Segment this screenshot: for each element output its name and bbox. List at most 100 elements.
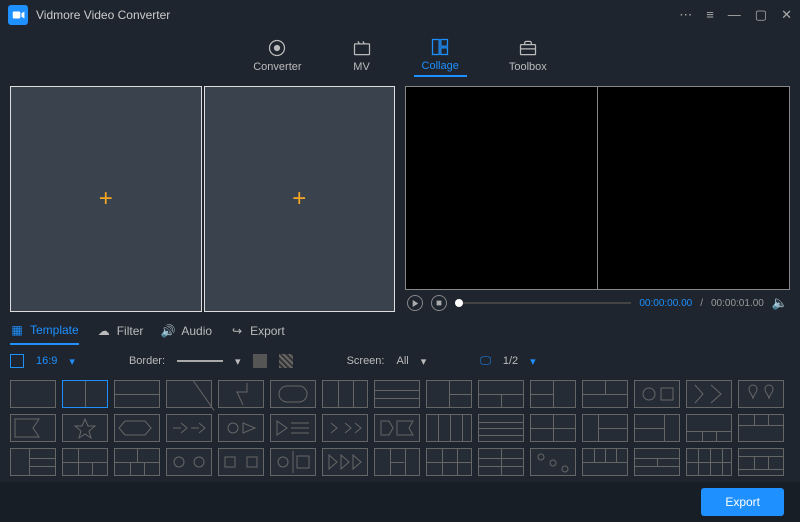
page-indicator: 1/2 [503, 355, 518, 367]
screen-value[interactable]: All [396, 355, 408, 367]
plus-icon: + [292, 185, 306, 213]
ratio-value[interactable]: 16:9 [36, 355, 57, 367]
template-item[interactable] [166, 448, 212, 476]
display-icon[interactable]: 🖵 [480, 355, 491, 368]
template-item[interactable] [322, 414, 368, 442]
template-item[interactable] [530, 414, 576, 442]
template-item[interactable] [530, 448, 576, 476]
template-item[interactable] [114, 448, 160, 476]
template-item[interactable] [582, 448, 628, 476]
mv-icon [352, 39, 372, 57]
sub-tabs: ▦Template ☁Filter 🔊Audio ↪Export [0, 316, 800, 346]
template-item[interactable] [634, 448, 680, 476]
template-item[interactable] [218, 380, 264, 408]
toolbox-icon [518, 39, 538, 57]
tab-audio[interactable]: 🔊Audio [161, 318, 212, 344]
feedback-icon[interactable]: ⋯ [679, 7, 692, 23]
template-item[interactable] [426, 414, 472, 442]
template-item[interactable] [530, 380, 576, 408]
template-controls: 16:9 ▾ Border: ▾ Screen: All ▾ 🖵 1/2 ▾ [0, 346, 800, 376]
preview-left [406, 87, 598, 289]
seek-thumb[interactable] [455, 299, 463, 307]
preview-right [598, 87, 789, 289]
template-item[interactable] [218, 414, 264, 442]
ratio-icon[interactable] [10, 354, 24, 368]
nav-converter[interactable]: Converter [245, 36, 309, 76]
filter-icon: ☁ [97, 324, 111, 338]
border-label: Border: [129, 355, 165, 367]
border-dropdown-icon[interactable]: ▾ [235, 355, 241, 368]
collage-editor: + + [10, 86, 395, 312]
template-item[interactable] [166, 414, 212, 442]
plus-icon: + [99, 185, 113, 213]
workspace: + + 00:00:00.00/00:00:01.00 🔈 [0, 82, 800, 316]
maximize-icon[interactable]: ▢ [755, 7, 767, 23]
page-dropdown-icon[interactable]: ▾ [530, 355, 536, 368]
template-item[interactable] [270, 380, 316, 408]
slot-2[interactable]: + [204, 86, 396, 312]
template-item[interactable] [582, 414, 628, 442]
template-item[interactable] [10, 414, 56, 442]
volume-icon[interactable]: 🔈 [772, 295, 788, 311]
template-icon: ▦ [10, 323, 24, 337]
template-item[interactable] [426, 380, 472, 408]
template-item[interactable] [634, 380, 680, 408]
template-item[interactable] [10, 448, 56, 476]
template-item[interactable] [166, 380, 212, 408]
menu-icon[interactable]: ≡ [706, 7, 714, 23]
stop-button[interactable] [431, 295, 447, 311]
template-item[interactable] [374, 414, 420, 442]
template-item[interactable] [114, 414, 160, 442]
border-width-selector[interactable] [177, 360, 223, 362]
template-item[interactable] [478, 414, 524, 442]
time-current: 00:00:00.00 [639, 298, 692, 309]
collage-icon [430, 38, 450, 56]
template-item[interactable] [62, 448, 108, 476]
main-nav: Converter MV Collage Toolbox [0, 30, 800, 82]
template-item[interactable] [218, 448, 264, 476]
template-item[interactable] [10, 380, 56, 408]
template-item[interactable] [686, 448, 732, 476]
tab-filter[interactable]: ☁Filter [97, 318, 144, 344]
tab-template[interactable]: ▦Template [10, 317, 79, 345]
ratio-dropdown-icon[interactable]: ▾ [69, 355, 75, 368]
template-item[interactable] [322, 448, 368, 476]
template-item[interactable] [582, 380, 628, 408]
template-item[interactable] [270, 414, 316, 442]
template-item[interactable] [270, 448, 316, 476]
template-item[interactable] [114, 380, 160, 408]
app-title: Vidmore Video Converter [36, 8, 679, 22]
border-style-picker[interactable] [279, 354, 293, 368]
template-item[interactable] [62, 414, 108, 442]
play-button[interactable] [407, 295, 423, 311]
converter-icon [267, 39, 287, 57]
minimize-icon[interactable]: — [728, 7, 741, 23]
template-grid [0, 376, 800, 492]
template-item[interactable] [738, 380, 784, 408]
screen-dropdown-icon[interactable]: ▾ [421, 355, 427, 368]
border-color-picker[interactable] [253, 354, 267, 368]
template-item[interactable] [62, 380, 108, 408]
template-item[interactable] [686, 414, 732, 442]
template-item[interactable] [374, 448, 420, 476]
export-icon: ↪ [230, 324, 244, 338]
nav-toolbox[interactable]: Toolbox [501, 36, 555, 76]
tab-export[interactable]: ↪Export [230, 318, 285, 344]
template-item[interactable] [322, 380, 368, 408]
seek-bar[interactable] [455, 302, 631, 304]
export-button[interactable]: Export [701, 488, 784, 516]
template-item[interactable] [738, 414, 784, 442]
app-logo [8, 5, 28, 25]
nav-mv[interactable]: MV [344, 36, 380, 76]
template-item[interactable] [738, 448, 784, 476]
template-item[interactable] [634, 414, 680, 442]
preview [405, 86, 790, 290]
nav-collage[interactable]: Collage [414, 35, 467, 77]
template-item[interactable] [478, 380, 524, 408]
template-item[interactable] [478, 448, 524, 476]
slot-1[interactable]: + [10, 86, 202, 312]
template-item[interactable] [426, 448, 472, 476]
template-item[interactable] [686, 380, 732, 408]
template-item[interactable] [374, 380, 420, 408]
close-icon[interactable]: ✕ [781, 7, 792, 23]
